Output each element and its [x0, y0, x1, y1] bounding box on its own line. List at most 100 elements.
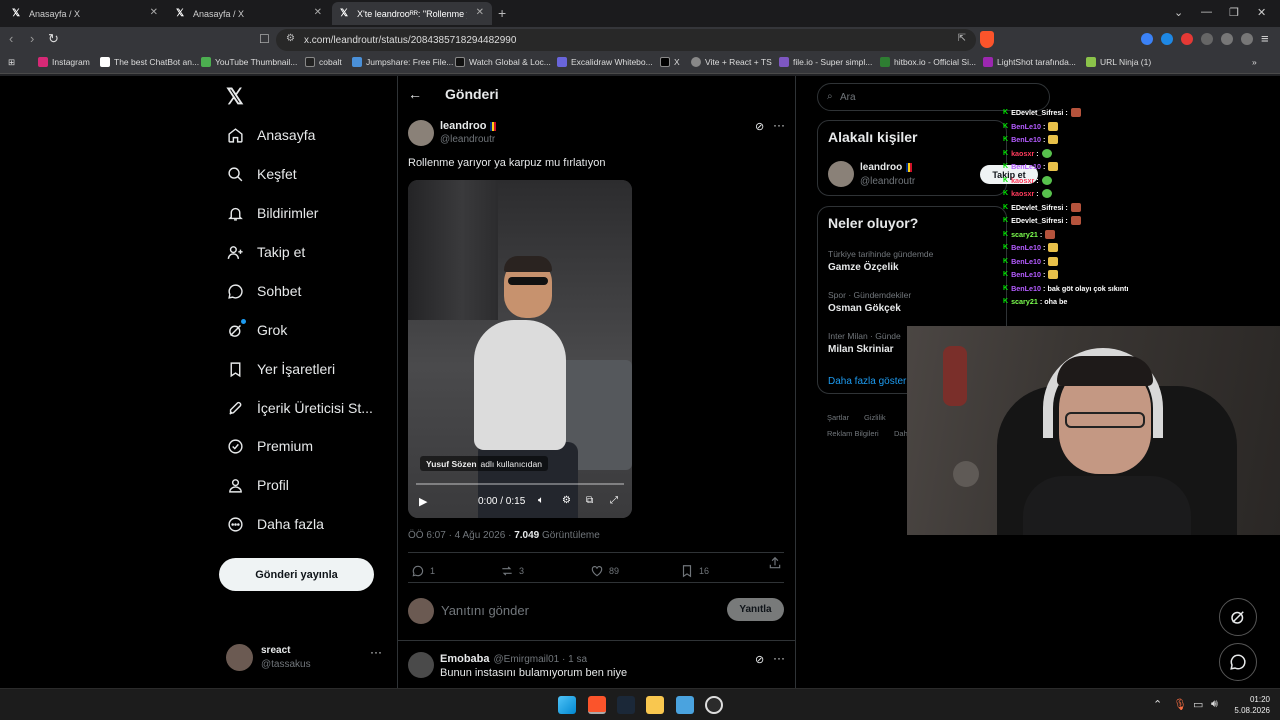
related-avatar[interactable]: [828, 161, 854, 187]
bookmark-item[interactable]: cobalt: [305, 57, 342, 67]
new-tab-button[interactable]: +: [498, 5, 506, 21]
minimize-button[interactable]: —: [1201, 6, 1212, 18]
media-icon[interactable]: [1221, 33, 1233, 45]
bookmark-item[interactable]: Jumpshare: Free File...: [352, 57, 453, 67]
bookmark-item[interactable]: Watch Global & Loc...: [455, 57, 551, 67]
grok-floating-button[interactable]: [1219, 598, 1257, 636]
video-progress-bar[interactable]: [416, 483, 624, 485]
fullscreen-icon[interactable]: ⤢: [610, 495, 618, 506]
brave-shields-icon[interactable]: [980, 31, 994, 48]
bookmark-item[interactable]: URL Ninja (1): [1086, 57, 1151, 67]
play-icon[interactable]: ▶: [419, 495, 427, 508]
menu-icon[interactable]: ≡: [1261, 31, 1269, 46]
settings-icon[interactable]: ⚙: [562, 495, 571, 506]
bookmark-item[interactable]: hitbox.io - Official Si...: [880, 57, 976, 67]
sidebar-item-follow[interactable]: Takip et: [226, 243, 305, 261]
extension-red-icon[interactable]: [1181, 33, 1193, 45]
address-bar[interactable]: ⚙ x.com/leandroutr/status/20843857182944…: [276, 29, 976, 51]
bookmark-item[interactable]: file.io - Super simpl...: [779, 57, 872, 67]
reload-icon[interactable]: ↻: [48, 31, 59, 47]
close-window-button[interactable]: ✕: [1257, 6, 1266, 19]
reply-action[interactable]: 1: [411, 564, 435, 578]
back-arrow-icon[interactable]: ←: [408, 86, 422, 102]
site-info-icon[interactable]: ⚙: [286, 33, 295, 44]
sidebar-item-grok[interactable]: Grok: [226, 319, 287, 339]
bookmarks-overflow-icon[interactable]: »: [1252, 57, 1257, 67]
extension-wave-icon[interactable]: [1141, 33, 1153, 45]
bookmark-item[interactable]: YouTube Thumbnail...: [201, 57, 297, 67]
footer-terms-link[interactable]: Şartlar: [827, 413, 849, 422]
bookmark-page-icon[interactable]: ☐: [259, 32, 270, 46]
back-icon[interactable]: ‹: [9, 31, 13, 46]
bookmark-item[interactable]: LightShot tarafında...: [983, 57, 1076, 67]
reply-button[interactable]: Yanıtla: [727, 598, 784, 621]
system-clock[interactable]: 01:20 5.08.2026: [1230, 694, 1270, 716]
author-name[interactable]: leandroo: [440, 120, 497, 132]
sidebar-item-explore[interactable]: Keşfet: [226, 165, 297, 183]
sidebar-item-profile[interactable]: Profil: [226, 476, 289, 494]
author-handle[interactable]: @leandroutr: [440, 134, 495, 145]
tab-close-icon[interactable]: ✕: [314, 7, 322, 18]
video-attribution[interactable]: Yusuf Sözen adlı kullanıcıdan: [420, 456, 548, 471]
file-explorer-icon[interactable]: [646, 696, 664, 714]
sidebar-item-chat[interactable]: Sohbet: [226, 282, 301, 300]
apps-grid-icon[interactable]: ⊞: [8, 57, 15, 68]
x-logo-icon[interactable]: 𝕏: [226, 84, 244, 110]
trend-item[interactable]: Osman Gökçek: [828, 303, 901, 314]
trend-item[interactable]: Gamze Özçelik: [828, 262, 899, 273]
tab-active-post[interactable]: 𝕏 X'te leandrooᴿᴿ: "Rollenme ya ✕: [332, 2, 492, 25]
microphone-icon[interactable]: 🎙︎: [1173, 698, 1187, 711]
steam-icon[interactable]: [617, 696, 635, 714]
obs-icon[interactable]: [705, 696, 723, 714]
tab-close-icon[interactable]: ✕: [476, 7, 484, 18]
bookmark-item[interactable]: The best ChatBot an...: [100, 57, 199, 67]
account-more-icon[interactable]: ···: [370, 645, 382, 659]
tab-list-icon[interactable]: ⌄: [1174, 6, 1183, 19]
sidebar-item-creator-studio[interactable]: İçerik Üreticisi St...: [226, 399, 373, 417]
extension-blue-icon[interactable]: [1161, 33, 1173, 45]
bookmark-item[interactable]: X: [660, 57, 680, 67]
grok-explain-icon[interactable]: ⊘: [755, 120, 764, 133]
forward-icon[interactable]: ›: [30, 31, 34, 46]
bookmark-action[interactable]: 16: [680, 564, 709, 578]
comment-avatar[interactable]: [408, 652, 434, 678]
video-player[interactable]: Yusuf Sözen adlı kullanıcıdan ▶ 0:00 / 0…: [408, 180, 632, 518]
sidebar-item-notifications[interactable]: Bildirimler: [226, 204, 318, 222]
messages-floating-button[interactable]: [1219, 643, 1257, 681]
repost-action[interactable]: 3: [500, 564, 524, 578]
sidebar-item-more[interactable]: Daha fazla: [226, 515, 324, 533]
sidebar-item-premium[interactable]: Premium: [226, 437, 313, 455]
author-avatar[interactable]: [408, 120, 434, 146]
comment-author[interactable]: Emobaba @Emirgmail01 · 1 sa: [440, 653, 587, 665]
footer-ads-link[interactable]: Reklam Bilgileri: [827, 429, 879, 438]
tray-overflow-icon[interactable]: ⌃: [1153, 698, 1162, 711]
footer-privacy-link[interactable]: Gizlilik: [864, 413, 886, 422]
trend-item[interactable]: Milan Skriniar: [828, 344, 894, 355]
speaker-icon[interactable]: 🔊︎: [1211, 698, 1218, 711]
bookmark-item[interactable]: Excalidraw Whitebo...: [557, 57, 653, 67]
post-more-icon[interactable]: ···: [773, 118, 785, 132]
account-switcher[interactable]: sreact @tassakus ···: [226, 642, 386, 676]
share-icon[interactable]: [768, 556, 787, 570]
volume-icon[interactable]: 🔈︎: [538, 495, 544, 506]
bookmark-item[interactable]: Instagram: [38, 57, 90, 67]
network-icon[interactable]: ▭: [1193, 698, 1203, 711]
brave-taskbar-icon[interactable]: [588, 696, 606, 714]
start-icon[interactable]: [558, 696, 576, 714]
tab-home-2[interactable]: 𝕏 Anasayfa / X ✕: [168, 2, 330, 25]
bookmark-item[interactable]: Vite + React + TS: [691, 57, 772, 67]
open-external-icon[interactable]: ⇱: [958, 33, 966, 44]
extensions-icon[interactable]: [1201, 33, 1213, 45]
maximize-button[interactable]: ❐: [1229, 6, 1239, 19]
reply-input[interactable]: Yanıtını gönder: [441, 603, 529, 618]
sidebar-item-home[interactable]: Anasayfa: [226, 126, 315, 144]
pip-icon[interactable]: ⧉: [586, 495, 593, 506]
grok-explain-icon[interactable]: ⊘: [755, 653, 764, 666]
sidebar-item-bookmarks[interactable]: Yer İşaretleri: [226, 360, 335, 378]
show-more-link[interactable]: Daha fazla göster: [828, 376, 906, 387]
vpn-icon[interactable]: [1241, 33, 1253, 45]
comment-more-icon[interactable]: ···: [773, 651, 785, 665]
footer-more-link[interactable]: Dah: [894, 429, 908, 438]
post-button[interactable]: Gönderi yayınla: [219, 558, 374, 591]
like-action[interactable]: 89: [590, 564, 619, 578]
